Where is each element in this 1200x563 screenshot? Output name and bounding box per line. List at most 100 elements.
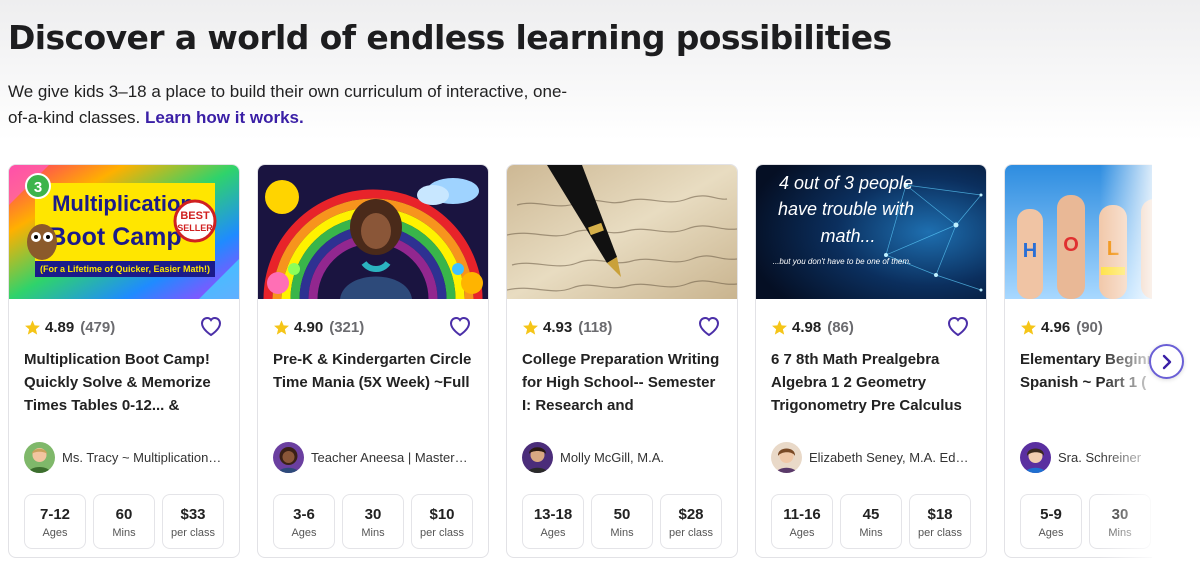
teacher-name: Molly McGill, M.A.: [560, 449, 664, 465]
class-stats: 11-16 Ages 45 Mins $18 per class: [771, 494, 971, 549]
avatar: [771, 441, 802, 473]
class-title[interactable]: College Preparation Writing for High Sch…: [522, 348, 727, 417]
class-card[interactable]: 4 out of 3 people have trouble with math…: [755, 164, 987, 558]
stat-label: Ages: [540, 526, 566, 539]
thumb-line4: ...but you don't have to be one of them.: [773, 257, 912, 266]
stat-value: 50: [613, 505, 631, 523]
class-stats: 13-18 Ages 50 Mins $28 per class: [522, 494, 722, 549]
stat-value: $33: [180, 505, 206, 523]
star-icon: [772, 319, 787, 335]
stat-value: 30: [364, 505, 382, 523]
thumb-day-count: 3: [34, 179, 42, 196]
thumb-line2: have trouble with: [778, 199, 914, 219]
thumb-line3: math...: [820, 226, 875, 246]
thumb-tagline: (For a Lifetime of Quicker, Easier Math!…: [40, 264, 210, 274]
stat-ages: 7-12 Ages: [24, 494, 86, 549]
stat-label: Ages: [1038, 526, 1064, 539]
stat-ages: 11-16 Ages: [771, 494, 833, 549]
stat-duration: 30 Mins: [1089, 494, 1151, 549]
class-stats: 7-12 Ages 60 Mins $33 per class: [24, 494, 224, 549]
class-title[interactable]: Multiplication Boot Camp! Quickly Solve …: [24, 348, 229, 417]
class-stats: 5-9 Ages 30 Mins: [1020, 494, 1152, 549]
heart-icon[interactable]: [697, 315, 721, 337]
stat-duration: 30 Mins: [342, 494, 404, 549]
avatar: [273, 441, 304, 473]
stat-value: 60: [115, 505, 133, 523]
rating-value: 4.98: [792, 318, 822, 336]
class-card[interactable]: 4.93 (118) College Preparation Writing f…: [506, 164, 738, 558]
stat-value: 5-9: [1040, 505, 1062, 523]
rating-row: 4.96 (90): [1020, 315, 1152, 339]
rating-value: 4.89: [45, 318, 75, 336]
teacher-row[interactable]: Sra. Schreiner: [1020, 441, 1152, 473]
stat-label: per class: [668, 526, 714, 539]
thumb-letter-l: L: [1107, 238, 1119, 260]
star-icon: [25, 319, 40, 335]
stat-value: 30: [1111, 505, 1129, 523]
stat-label: Mins: [610, 526, 634, 539]
class-card[interactable]: Multiplication Boot Camp (For a Lifetime…: [8, 164, 240, 558]
stat-label: Mins: [859, 526, 883, 539]
review-count: (321): [329, 318, 365, 336]
thumb-title-line1: Multiplication: [52, 191, 194, 216]
class-thumbnail: H O L: [1005, 165, 1152, 299]
thumb-letter-o: O: [1063, 234, 1079, 256]
rating-row: 4.89 (479): [24, 315, 225, 339]
chevron-right-icon: [1162, 354, 1171, 369]
review-count: (86): [827, 318, 854, 336]
class-thumbnail: 4 out of 3 people have trouble with math…: [756, 165, 986, 299]
learn-how-link[interactable]: Learn how it works.: [145, 108, 304, 127]
stat-value: 7-12: [39, 505, 71, 523]
rating-row: 4.93 (118): [522, 315, 723, 339]
stat-ages: 5-9 Ages: [1020, 494, 1082, 549]
teacher-row[interactable]: Teacher Aneesa | Master of Education: [273, 441, 476, 473]
stat-label: per class: [170, 526, 216, 539]
thumb-line1: 4 out of 3 people: [779, 173, 913, 193]
stat-value: 3-6: [293, 505, 315, 523]
stat-label: Ages: [789, 526, 815, 539]
stat-price: $33 per class: [162, 494, 224, 549]
stat-price: $10 per class: [411, 494, 473, 549]
stat-value: 13-18: [533, 505, 573, 523]
heart-icon[interactable]: [199, 315, 223, 337]
stat-label: Mins: [112, 526, 136, 539]
rating-value: 4.90: [294, 318, 324, 336]
stat-label: Ages: [291, 526, 317, 539]
star-icon: [1021, 319, 1036, 335]
class-title[interactable]: 6 7 8th Math Prealgebra Algebra 1 2 Geom…: [771, 348, 976, 417]
page-title: Discover a world of endless learning pos…: [8, 18, 892, 57]
stat-label: Mins: [1108, 526, 1132, 539]
stat-duration: 60 Mins: [93, 494, 155, 549]
class-card[interactable]: H O L 4.96 (90) Elementary Beginner Span…: [1004, 164, 1152, 558]
class-thumbnail: [258, 165, 488, 299]
stat-value: $18: [927, 505, 953, 523]
stat-label: per class: [917, 526, 963, 539]
class-title[interactable]: Elementary Beginner Spanish ~ Part 1 (: [1020, 348, 1152, 417]
avatar: [522, 441, 553, 473]
stat-label: Ages: [42, 526, 68, 539]
class-title[interactable]: Pre-K & Kindergarten Circle Time Mania (…: [273, 348, 478, 417]
stat-value: 45: [862, 505, 880, 523]
stat-duration: 45 Mins: [840, 494, 902, 549]
teacher-row[interactable]: Molly McGill, M.A.: [522, 441, 725, 473]
rating-value: 4.96: [1041, 318, 1071, 336]
thumb-letter-h: H: [1023, 240, 1037, 262]
stat-ages: 3-6 Ages: [273, 494, 335, 549]
thumb-title-line2: Boot Camp: [48, 223, 181, 251]
class-card[interactable]: 4.90 (321) Pre-K & Kindergarten Circle T…: [257, 164, 489, 558]
rating-row: 4.90 (321): [273, 315, 474, 339]
stat-value: $10: [429, 505, 455, 523]
review-count: (118): [578, 318, 613, 336]
stat-label: Mins: [361, 526, 385, 539]
heart-icon[interactable]: [946, 315, 970, 337]
teacher-row[interactable]: Elizabeth Seney, M.A. Education: [771, 441, 974, 473]
star-icon: [274, 319, 289, 335]
stat-duration: 50 Mins: [591, 494, 653, 549]
teacher-name: Teacher Aneesa | Master of Education: [311, 449, 471, 465]
teacher-row[interactable]: Ms. Tracy ~ Multiplication Queen: [24, 441, 227, 473]
class-thumbnail: [507, 165, 737, 299]
heart-icon[interactable]: [448, 315, 472, 337]
stat-value: $28: [678, 505, 704, 523]
teacher-name: Elizabeth Seney, M.A. Education: [809, 449, 969, 465]
carousel-next-button[interactable]: [1149, 344, 1184, 379]
